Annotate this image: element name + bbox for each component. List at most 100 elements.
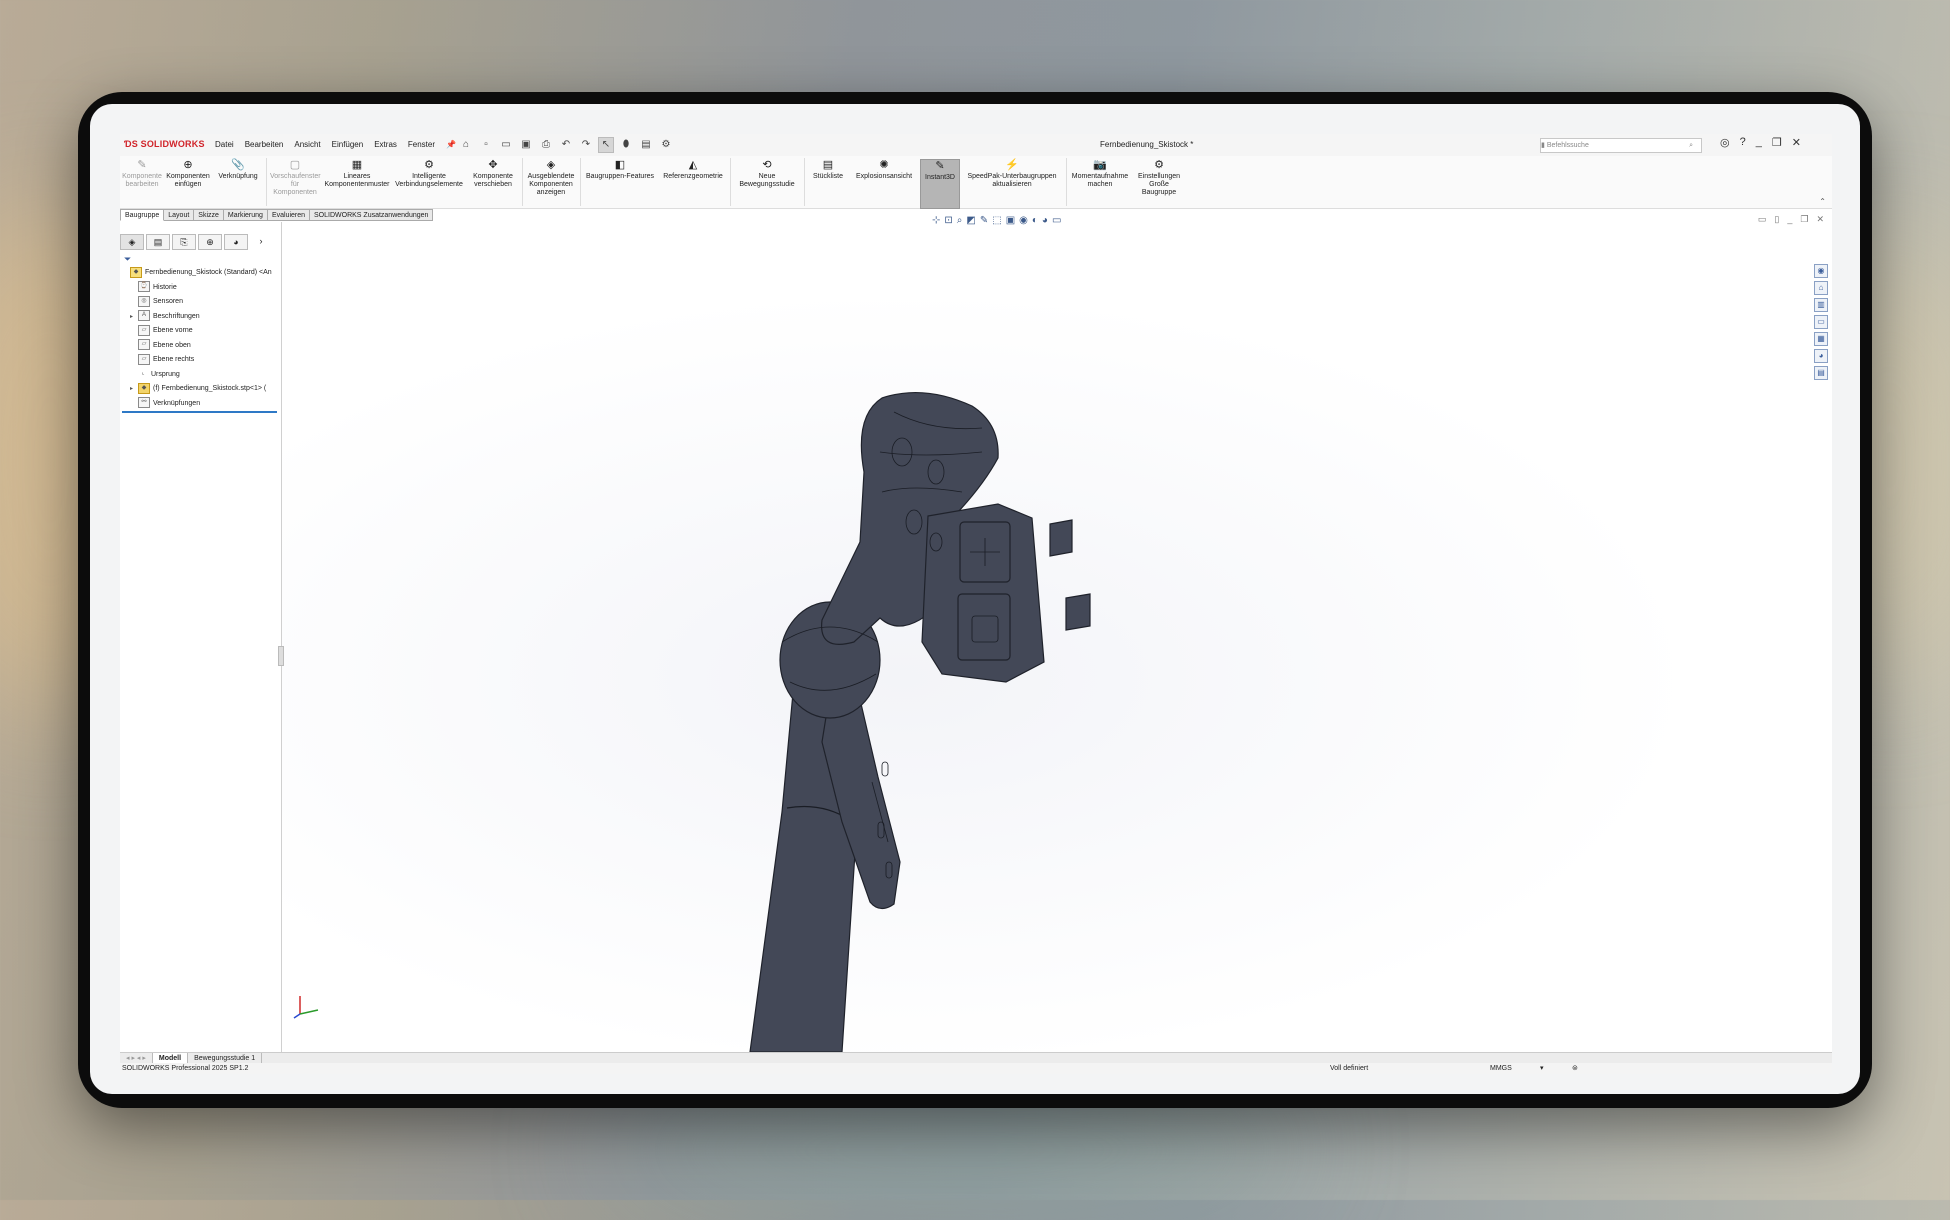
expand-arrow-icon[interactable]: ▸ xyxy=(130,310,138,325)
tab-zusatzanwendungen[interactable]: SOLIDWORKS Zusatzanwendungen xyxy=(310,209,434,221)
menu-ansicht[interactable]: Ansicht xyxy=(294,140,320,149)
snapshot-button[interactable]: 📷 Momentaufnahme machen xyxy=(1070,159,1130,189)
tree-item-ebene-rechts[interactable]: ▱ Ebene rechts xyxy=(122,353,280,368)
display-style-icon[interactable]: ▣ xyxy=(1006,215,1015,226)
viewport-tile-icon[interactable]: ▭ xyxy=(1758,214,1767,225)
restore-button[interactable]: ❐ xyxy=(1772,136,1782,149)
dimxpert-tab-icon[interactable]: ⊕ xyxy=(198,234,222,250)
filter-icon[interactable]: ⏷ xyxy=(124,254,131,265)
bom-button[interactable]: ▤ Stückliste xyxy=(808,159,848,181)
expand-arrow-icon[interactable]: ▸ xyxy=(130,382,138,397)
insert-components-button[interactable]: ⊕ Komponenten einfügen xyxy=(166,159,210,189)
collapse-ribbon-icon[interactable]: ⌃ xyxy=(1819,197,1826,206)
file-properties-icon[interactable]: ▤ xyxy=(638,137,654,153)
rebuild-status-icon[interactable]: ⊜ xyxy=(1572,1063,1578,1074)
property-manager-tab-icon[interactable]: ▤ xyxy=(146,234,170,250)
dynamic-annotation-icon[interactable]: ✎ xyxy=(980,215,988,226)
preview-window-button[interactable]: ▢ Vorschaufenster für Komponenten xyxy=(270,159,321,197)
graphics-area[interactable] xyxy=(282,222,1832,1052)
solidworks-logo[interactable]: ƊS SOLIDWORKS xyxy=(124,139,205,149)
tab-markierung[interactable]: Markierung xyxy=(223,209,268,221)
display-manager-tab-icon[interactable]: ◕ xyxy=(224,234,248,250)
tree-item-ursprung[interactable]: ⌞ Ursprung xyxy=(122,368,280,383)
show-hidden-button[interactable]: ◈ Ausgeblendete Komponenten anzeigen xyxy=(526,159,576,197)
tab-skizze[interactable]: Skizze xyxy=(194,209,224,221)
zoom-to-fit-icon[interactable]: ⊹ xyxy=(932,215,940,226)
tree-item-historie[interactable]: ⌚ Historie xyxy=(122,281,280,296)
minimize-button[interactable]: _ xyxy=(1756,136,1762,149)
file-explorer-icon[interactable]: ▭ xyxy=(1814,315,1828,329)
new-motion-study-button[interactable]: ⟲ Neue Bewegungsstudie xyxy=(734,159,800,189)
view-settings-icon[interactable]: ▭ xyxy=(1052,215,1061,226)
undo-icon[interactable]: ↶ xyxy=(558,137,574,153)
user-icon[interactable]: ◎ xyxy=(1720,136,1730,149)
tree-item-sensoren[interactable]: ◎ Sensoren xyxy=(122,295,280,310)
options-gear-icon[interactable]: ⚙ xyxy=(658,137,674,153)
tab-layout[interactable]: Layout xyxy=(164,209,195,221)
save-icon[interactable]: ▣ xyxy=(518,137,534,153)
design-library-icon[interactable]: ▥ xyxy=(1814,298,1828,312)
viewport-minimize-icon[interactable]: _ xyxy=(1787,214,1792,225)
help-icon[interactable]: ? xyxy=(1740,136,1746,149)
menu-einfuegen[interactable]: Einfügen xyxy=(332,140,364,149)
tree-item-verknuepfungen[interactable]: ⚯ Verknüpfungen xyxy=(122,397,277,413)
move-component-button[interactable]: ✥ Komponente verschieben xyxy=(468,159,518,189)
reference-geometry-button[interactable]: ◭ Referenzgeometrie xyxy=(660,159,726,181)
tree-item-beschriftungen[interactable]: ▸ A Beschriftungen xyxy=(122,310,280,325)
tree-item-part[interactable]: ▸ ◆ (f) Fernbedienung_Skistock.stp<1> ( xyxy=(122,382,280,397)
model-3d-render[interactable] xyxy=(282,222,1832,1052)
solidworks-resources-icon[interactable]: ◉ xyxy=(1814,264,1828,278)
close-button[interactable]: ✕ xyxy=(1792,136,1801,149)
assembly-features-button[interactable]: ◧ Baugruppen-Features xyxy=(584,159,656,181)
linear-pattern-button[interactable]: ▦ Lineares Komponentenmuster xyxy=(324,159,390,189)
menu-fenster[interactable]: Fenster xyxy=(408,140,435,149)
zoom-to-area-icon[interactable]: ⊡ xyxy=(944,215,952,226)
edit-component-button[interactable]: ✎ Komponente bearbeiten xyxy=(122,159,162,189)
tab-evaluieren[interactable]: Evaluieren xyxy=(267,209,311,221)
rebuild-icon[interactable]: ⬮ xyxy=(618,137,634,153)
open-folder-icon[interactable]: ▭ xyxy=(498,137,514,153)
tab-baugruppe[interactable]: Baugruppe xyxy=(120,209,165,221)
custom-properties-icon[interactable]: ▤ xyxy=(1814,366,1828,380)
exploded-view-button[interactable]: ✺ Explosionsansicht xyxy=(852,159,916,181)
previous-view-icon[interactable]: ⌕ xyxy=(957,215,963,226)
view-orientation-icon[interactable]: ⬚ xyxy=(992,215,1001,226)
view-palette-icon[interactable]: ▦ xyxy=(1814,332,1828,346)
units-dropdown-icon[interactable]: ▾ xyxy=(1540,1063,1544,1074)
appearances-icon[interactable]: ◕ xyxy=(1814,349,1828,363)
tree-item-ebene-vorne[interactable]: ▱ Ebene vorne xyxy=(122,324,280,339)
tree-item-root[interactable]: ◆ Fernbedienung_Skistock (Standard) <An xyxy=(122,266,280,281)
new-document-icon[interactable]: ▫ xyxy=(478,137,494,153)
viewport-restore-icon[interactable]: ❐ xyxy=(1800,214,1808,225)
home-icon[interactable]: ⌂ xyxy=(458,137,474,153)
select-cursor-icon[interactable]: ↖ xyxy=(598,137,614,153)
smart-fasteners-button[interactable]: ⚙ Intelligente Verbindungselemente xyxy=(394,159,464,189)
assembly-icon: ◆ xyxy=(130,266,142,278)
menu-bearbeiten[interactable]: Bearbeiten xyxy=(245,140,284,149)
apply-scene-icon[interactable]: ◕ xyxy=(1042,215,1048,226)
viewport-close-icon[interactable]: ✕ xyxy=(1816,214,1824,225)
more-tabs-chevron-icon[interactable]: › xyxy=(250,234,272,248)
home-icon[interactable]: ⌂ xyxy=(1814,281,1828,295)
command-search-input[interactable]: ▮ Befehlssuche ⌕ xyxy=(1540,138,1702,153)
mate-button[interactable]: 📎 Verknüpfung xyxy=(214,159,262,181)
menu-datei[interactable]: Datei xyxy=(215,140,234,149)
speedpak-button[interactable]: ⚡ SpeedPak-Unterbaugruppen aktualisieren xyxy=(962,159,1062,189)
section-view-icon[interactable]: ◩ xyxy=(966,215,975,226)
feature-tree-tab-icon[interactable]: ◈ xyxy=(120,234,144,250)
tree-item-ebene-oben[interactable]: ▱ Ebene oben xyxy=(122,339,280,354)
hide-show-icon[interactable]: ◉ xyxy=(1019,215,1028,226)
menu-extras[interactable]: Extras xyxy=(374,140,397,149)
pin-icon[interactable]: 📌 xyxy=(446,140,456,149)
edit-appearance-icon[interactable]: ◐ xyxy=(1032,215,1038,226)
edit-component-icon: ✎ xyxy=(137,159,147,171)
redo-icon[interactable]: ↷ xyxy=(578,137,594,153)
units-selector[interactable]: MMGS xyxy=(1490,1063,1512,1074)
panel-splitter-handle[interactable] xyxy=(278,646,284,666)
instant3d-button[interactable]: ✎ Instant3D xyxy=(920,159,960,209)
large-assembly-button[interactable]: ⚙ Einstellungen Große Baugruppe xyxy=(1134,159,1184,197)
configuration-manager-tab-icon[interactable]: ⎘ xyxy=(172,234,196,250)
print-icon[interactable]: ⎙ xyxy=(538,137,554,153)
viewport-split-icon[interactable]: ▯ xyxy=(1774,214,1779,225)
search-icon[interactable]: ⌕ xyxy=(1689,139,1693,152)
